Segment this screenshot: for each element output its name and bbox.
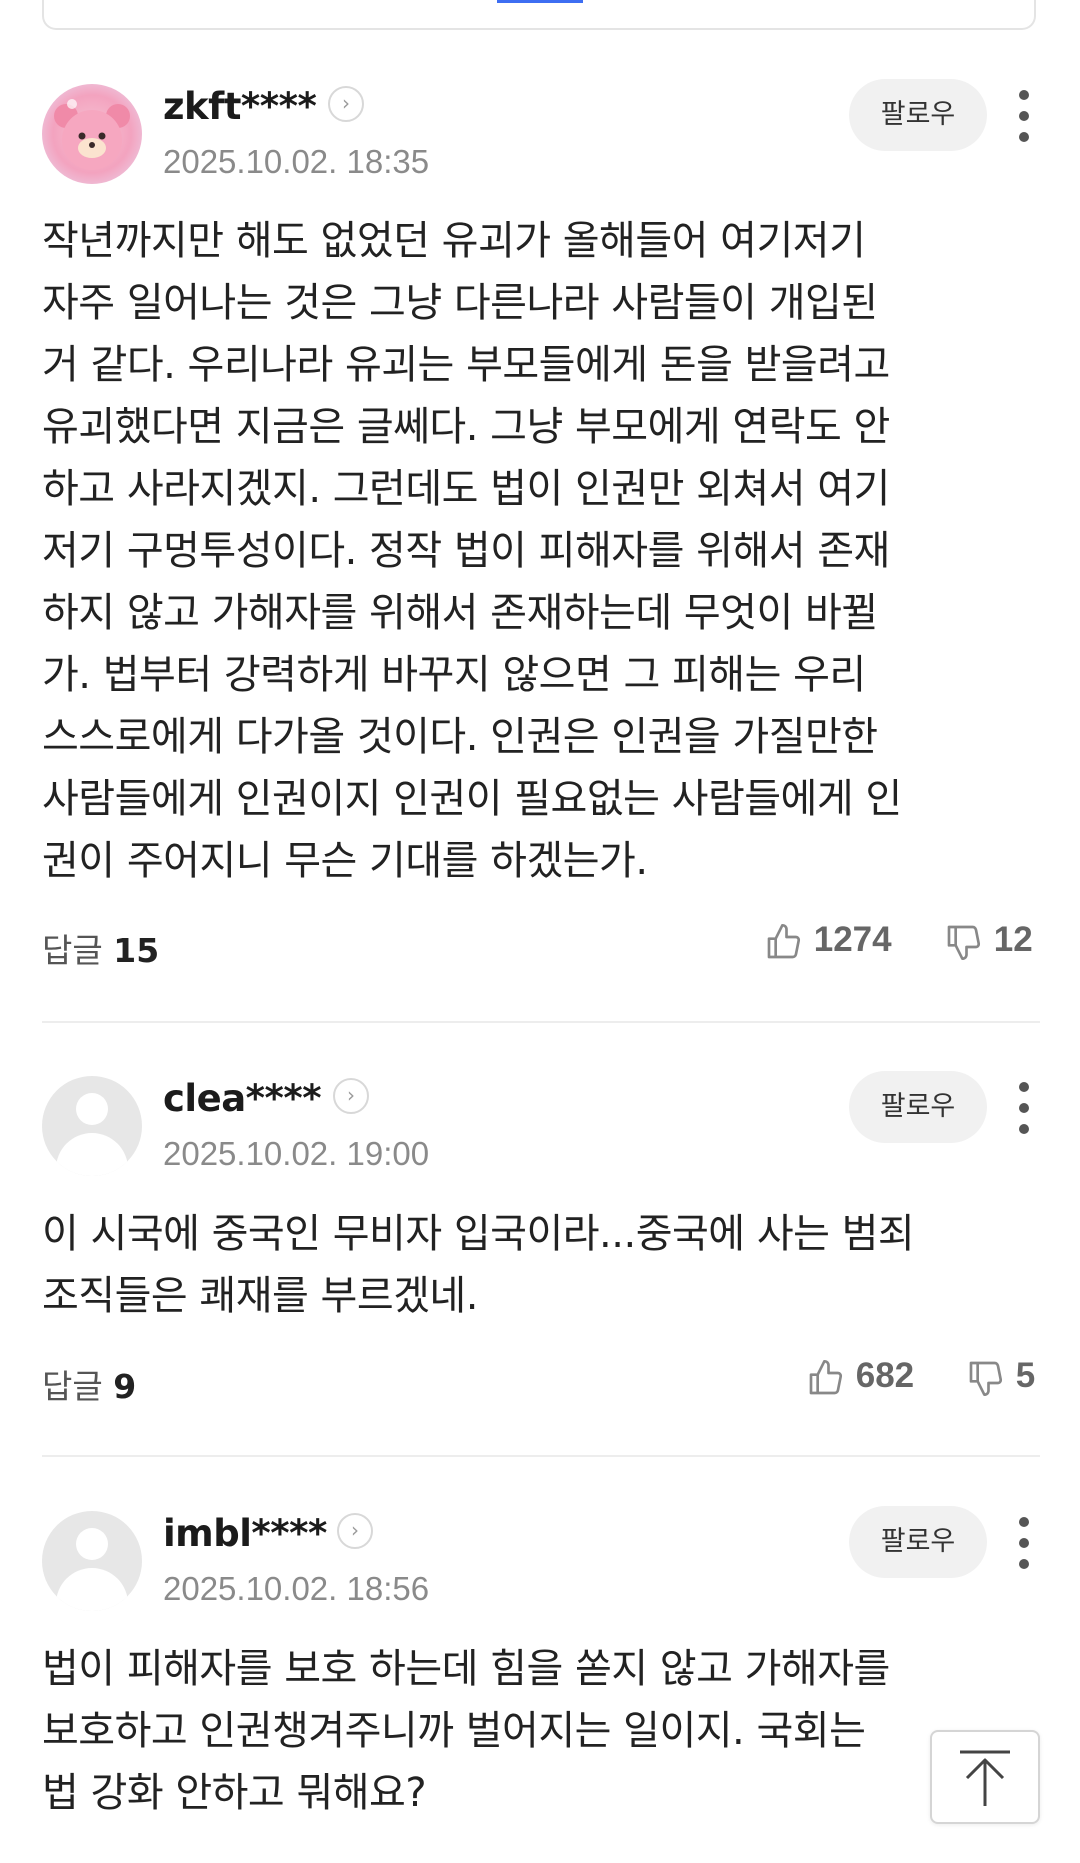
reply-label: 답글 <box>42 1367 103 1406</box>
divider <box>42 1455 1040 1457</box>
reply-button[interactable]: 답글 15 <box>42 924 159 972</box>
like-count: 682 <box>855 1356 915 1395</box>
username[interactable]: zkft**** <box>163 85 317 128</box>
follow-button[interactable]: 팔로우 <box>849 79 987 151</box>
divider <box>42 1021 1040 1023</box>
like-button[interactable]: 682 <box>806 1356 914 1398</box>
avatar-bear-icon <box>54 99 130 170</box>
avatar[interactable] <box>42 1076 142 1176</box>
dislike-count: 5 <box>1015 1356 1036 1395</box>
timestamp: 2025.10.02. 18:35 <box>163 143 430 180</box>
arrow-up-icon <box>960 1750 1010 1806</box>
timestamp: 2025.10.02. 19:00 <box>163 1135 430 1172</box>
more-vertical-icon[interactable] <box>1010 88 1038 144</box>
chevron-right-circle-icon[interactable]: › <box>328 86 364 122</box>
avatar[interactable] <box>42 1511 142 1611</box>
reply-label: 답글 <box>42 931 103 970</box>
dislike-button[interactable]: 5 <box>966 1356 1035 1398</box>
scroll-to-top-button[interactable] <box>930 1730 1040 1824</box>
dislike-button[interactable]: 12 <box>944 920 1033 962</box>
timestamp: 2025.10.02. 18:56 <box>163 1570 430 1607</box>
reply-count: 9 <box>113 1367 137 1406</box>
username[interactable]: clea**** <box>163 1077 322 1120</box>
thumbs-up-icon <box>767 923 801 959</box>
tab-indicator <box>497 0 583 3</box>
comment-text: 법이 피해자를 보호 하는데 힘을 쏟지 않고 가해자를 보호하고 인권챙겨주니… <box>42 1646 890 1816</box>
like-count: 1274 <box>813 920 892 959</box>
comment-text: 작년까지만 해도 없었던 유괴가 올해들어 여기저기 자주 일어나는 것은 그냥… <box>42 218 902 884</box>
avatar[interactable] <box>42 84 142 184</box>
dislike-count: 12 <box>993 920 1033 959</box>
like-button[interactable]: 1274 <box>764 920 892 962</box>
chevron-right-circle-icon[interactable]: › <box>337 1513 373 1549</box>
thumbs-down-icon <box>947 925 981 960</box>
username[interactable]: imbl**** <box>163 1512 327 1555</box>
more-vertical-icon[interactable] <box>1010 1080 1038 1136</box>
reply-count: 15 <box>113 931 160 970</box>
reply-button[interactable]: 답글 9 <box>42 1360 136 1408</box>
thumbs-up-icon <box>809 1359 843 1395</box>
previous-card-bottom <box>42 0 1036 30</box>
comment-text: 이 시국에 중국인 무비자 입국이라...중국에 사는 범죄 조직들은 쾌재를 … <box>42 1211 915 1319</box>
thumbs-down-icon <box>969 1361 1003 1396</box>
chevron-right-circle-icon[interactable]: › <box>333 1078 369 1114</box>
follow-button[interactable]: 팔로우 <box>849 1506 987 1578</box>
more-vertical-icon[interactable] <box>1010 1515 1038 1571</box>
follow-button[interactable]: 팔로우 <box>849 1071 987 1143</box>
